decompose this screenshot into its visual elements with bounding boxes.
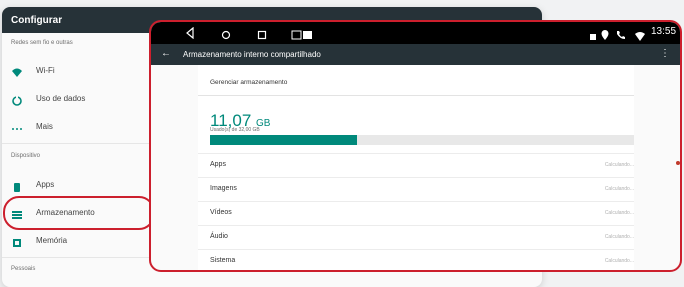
storage-window: 13:55 ← Armazenamento interno compartilh… (149, 20, 682, 272)
storage-highlight (3, 196, 155, 230)
settings-item-label: Memória (36, 236, 68, 245)
category-name: Apps (210, 161, 226, 168)
category-name: Imagens (210, 185, 237, 192)
category-size: Calculando... (604, 234, 634, 240)
section-personal: Pessoais (11, 266, 36, 272)
section-device: Dispositivo (11, 153, 41, 159)
more-icon (11, 122, 23, 134)
manage-storage-link[interactable]: Gerenciar armazenamento (210, 79, 287, 86)
screenshot-icon (291, 27, 313, 45)
android-icon (11, 180, 23, 192)
status-bar: 13:55 (151, 22, 680, 44)
back-arrow-icon[interactable]: ← (161, 48, 171, 59)
category-size: Calculando... (604, 258, 634, 264)
status-time: 13:55 (651, 26, 677, 37)
category-name: Sistema (210, 257, 236, 264)
storage-category-row[interactable]: Sistema Calculando... (210, 249, 634, 270)
phone-icon (616, 27, 626, 45)
settings-item-label: Uso de dados (36, 94, 86, 103)
storage-progress-fill (210, 135, 357, 145)
nav-home-icon[interactable] (221, 27, 231, 45)
storage-content: Gerenciar armazenamento 11,07 GB Usado(s… (198, 65, 634, 270)
category-size: Calculando... (604, 210, 634, 216)
storage-category-row[interactable]: Vídeos Calculando... (210, 201, 634, 224)
storage-category-row[interactable]: Imagens Calculando... (210, 177, 634, 200)
settings-item-label: Wi-Fi (36, 66, 55, 75)
app-bar: ← Armazenamento interno compartilhado ⋮ (151, 44, 680, 65)
used-of-total: Usado(s) de 32,00 GB (210, 127, 260, 133)
memory-icon (11, 236, 23, 248)
nav-back-icon[interactable] (185, 26, 195, 44)
scroll-indicator (676, 161, 680, 165)
category-name: Vídeos (210, 209, 232, 216)
nav-recents-icon[interactable] (257, 27, 267, 45)
category-name: Áudio (210, 233, 228, 240)
settings-item-label: Mais (36, 122, 53, 131)
section-wireless: Redes sem fio e outras (11, 40, 73, 46)
overflow-menu-icon[interactable]: ⋮ (660, 48, 670, 59)
category-size: Calculando... (604, 186, 634, 192)
storage-progress-bar (210, 135, 634, 145)
location-icon (601, 27, 609, 45)
category-size: Calculando... (604, 162, 634, 168)
storage-category-row[interactable]: Áudio Calculando... (210, 225, 634, 248)
data-usage-icon (11, 94, 23, 106)
page-title: Armazenamento interno compartilhado (183, 50, 321, 59)
storage-category-row[interactable]: Apps Calculando... (210, 153, 634, 176)
settings-item-label: Apps (36, 180, 55, 189)
divider (198, 95, 634, 96)
wifi-icon (11, 66, 23, 78)
